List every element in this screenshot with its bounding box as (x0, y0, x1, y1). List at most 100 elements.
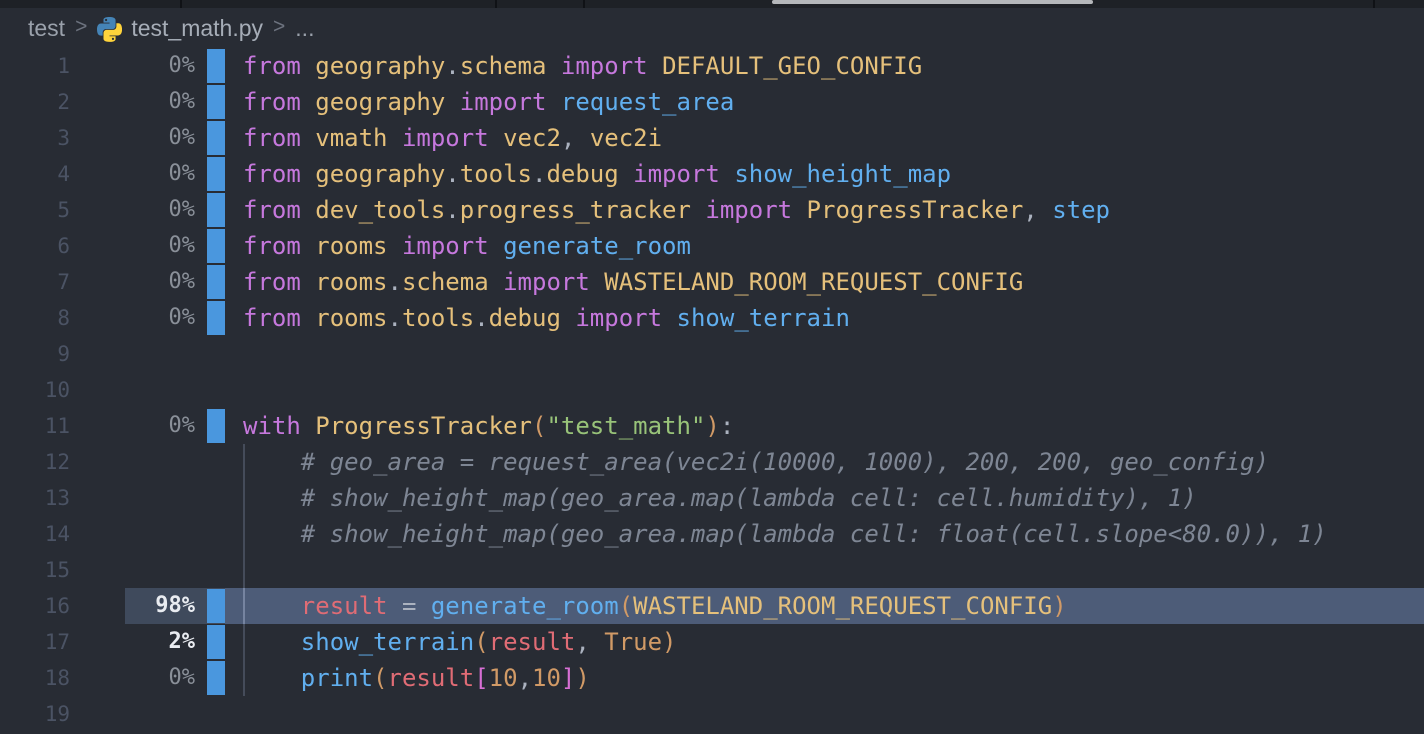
line-number[interactable]: 6 (0, 228, 70, 264)
python-file-icon (97, 17, 122, 42)
line-number[interactable]: 18 (0, 660, 70, 696)
line-number[interactable]: 16 (0, 588, 70, 624)
code-text[interactable]: show_terrain(result, True) (243, 624, 677, 660)
line-number[interactable]: 10 (0, 372, 70, 408)
code-token: ( (532, 412, 546, 440)
code-line[interactable]: 12 # geo_area = request_area(vec2i(10000… (0, 444, 1424, 480)
breadcrumb-folder[interactable]: test (28, 15, 65, 42)
code-token: [ (474, 664, 488, 692)
code-token: request_area (561, 88, 734, 116)
code-text[interactable]: from geography.tools.debug import show_h… (243, 156, 951, 192)
code-token: 10 (532, 664, 561, 692)
code-line[interactable]: 10 (0, 372, 1424, 408)
line-number[interactable]: 19 (0, 696, 70, 732)
code-token: from (243, 88, 301, 116)
code-line[interactable]: 172% show_terrain(result, True) (0, 624, 1424, 660)
code-text[interactable]: from vmath import vec2, vec2i (243, 120, 662, 156)
code-token: from (243, 124, 301, 152)
tab-strip (0, 0, 1424, 8)
code-line[interactable]: 180% print(result[10,10]) (0, 660, 1424, 696)
code-text[interactable]: from dev_tools.progress_tracker import P… (243, 192, 1110, 228)
code-token: # show_height_map(geo_area.map(lambda ce… (243, 520, 1327, 548)
line-number[interactable]: 14 (0, 516, 70, 552)
code-token: ) (1052, 592, 1066, 620)
code-line[interactable]: 2 0% from geography import request_area (0, 84, 1424, 120)
code-token (662, 304, 676, 332)
tab-scrollbar[interactable] (772, 0, 1093, 4)
code-token: from (243, 160, 301, 188)
code-text[interactable]: with ProgressTracker("test_math"): (243, 408, 734, 444)
tab-divider (180, 0, 182, 8)
code-text[interactable]: from rooms.tools.debug import show_terra… (243, 300, 850, 336)
code-token: generate_room (503, 232, 691, 260)
code-token (489, 124, 503, 152)
coverage-marker (207, 661, 225, 695)
code-line[interactable]: 10%from geography.schema import DEFAULT_… (0, 48, 1424, 84)
line-number[interactable]: 3 (0, 120, 70, 156)
line-number[interactable]: 13 (0, 480, 70, 516)
code-line[interactable]: 50%from dev_tools.progress_tracker impor… (0, 192, 1424, 228)
code-token: import (460, 88, 547, 116)
line-number[interactable]: 2 (0, 84, 70, 120)
code-token (546, 88, 560, 116)
breadcrumb-more[interactable]: ... (295, 15, 314, 42)
code-token (301, 304, 315, 332)
line-number[interactable]: 17 (0, 624, 70, 660)
line-number[interactable]: 1 (0, 48, 70, 84)
code-token: = (388, 592, 431, 620)
coverage-marker (207, 121, 225, 155)
line-number[interactable]: 4 (0, 156, 70, 192)
code-text[interactable]: # show_height_map(geo_area.map(lambda ce… (243, 516, 1327, 552)
code-token: ) (662, 628, 676, 656)
code-line[interactable]: 19 (0, 696, 1424, 732)
code-token (590, 268, 604, 296)
code-token: , (575, 628, 604, 656)
line-number[interactable]: 7 (0, 264, 70, 300)
code-line[interactable]: 60%from rooms import generate_room (0, 228, 1424, 264)
code-text[interactable]: # show_height_map(geo_area.map(lambda ce… (243, 480, 1197, 516)
line-number[interactable]: 5 (0, 192, 70, 228)
code-line[interactable]: 14 # show_height_map(geo_area.map(lambda… (0, 516, 1424, 552)
code-token: rooms (315, 304, 387, 332)
code-line[interactable]: 70%from rooms.schema import WASTELAND_RO… (0, 264, 1424, 300)
code-line[interactable]: 13 # show_height_map(geo_area.map(lambda… (0, 480, 1424, 516)
code-text[interactable]: from geography import request_area (243, 84, 734, 120)
line-number[interactable]: 15 (0, 552, 70, 588)
code-text[interactable]: from geography.schema import DEFAULT_GEO… (243, 48, 922, 84)
code-text[interactable]: from rooms import generate_room (243, 228, 691, 264)
line-number[interactable]: 12 (0, 444, 70, 480)
code-token (301, 88, 315, 116)
code-token: rooms (315, 268, 387, 296)
code-text[interactable]: from rooms.schema import WASTELAND_ROOM_… (243, 264, 1023, 300)
code-line[interactable]: 40%from geography.tools.debug import sho… (0, 156, 1424, 192)
code-token: result (489, 628, 576, 656)
code-token (243, 664, 301, 692)
code-line[interactable]: 110%with ProgressTracker("test_math"): (0, 408, 1424, 444)
code-text[interactable]: result = generate_room(WASTELAND_ROOM_RE… (243, 588, 1067, 624)
code-line[interactable]: 15 (0, 552, 1424, 588)
code-token: ) (705, 412, 719, 440)
coverage-marker (207, 301, 225, 335)
coverage-percent: 0% (80, 84, 195, 120)
code-editor[interactable]: 1 0% from geography.schema import DEFAULT_… (0, 48, 1424, 734)
line-number[interactable]: 11 (0, 408, 70, 444)
code-token: schema (460, 52, 547, 80)
code-text[interactable]: print(result[10,10]) (243, 660, 590, 696)
code-token: result (301, 592, 388, 620)
code-token (546, 52, 560, 80)
code-text[interactable]: # geo_area = request_area(vec2i(10000, 1… (243, 444, 1269, 480)
code-token (691, 196, 705, 224)
code-line[interactable]: 16 98% result = generate_room(WASTELAND_R… (0, 588, 1424, 624)
code-token: geography (315, 160, 445, 188)
line-number[interactable]: 9 (0, 336, 70, 372)
line-number[interactable]: 8 (0, 300, 70, 336)
code-token: . (388, 268, 402, 296)
code-line[interactable]: 9 (0, 336, 1424, 372)
code-token (445, 88, 459, 116)
code-line[interactable]: 30%from vmath import vec2, vec2i (0, 120, 1424, 156)
breadcrumb-file[interactable]: test_math.py (131, 15, 263, 42)
code-token: debug (489, 304, 561, 332)
code-token (301, 52, 315, 80)
coverage-percent: 98% (80, 588, 195, 624)
code-line[interactable]: 80%from rooms.tools.debug import show_te… (0, 300, 1424, 336)
